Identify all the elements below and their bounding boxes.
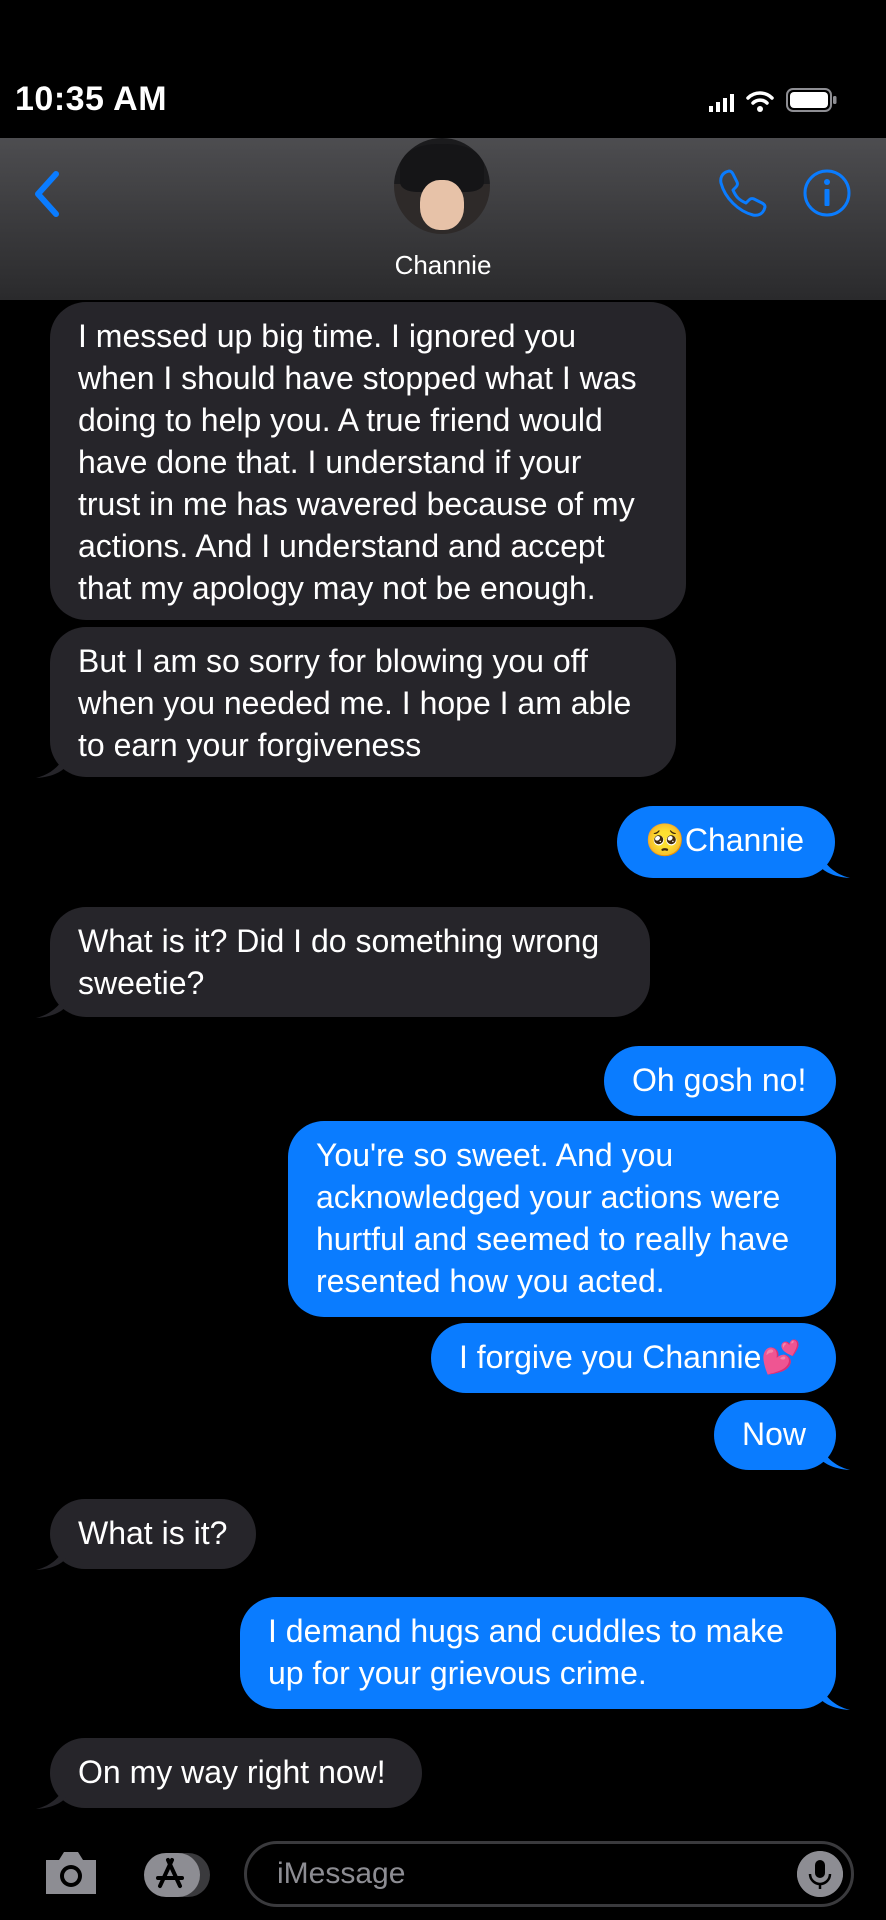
avatar-face: [420, 180, 464, 230]
signal-icon: [709, 92, 734, 112]
battery-icon: [786, 88, 837, 112]
message-bubble-outgoing[interactable]: Now: [714, 1400, 836, 1470]
bubble-tail: [36, 1783, 66, 1809]
message-input[interactable]: iMessage: [244, 1841, 854, 1907]
message-bubble-incoming[interactable]: On my way right now!: [50, 1738, 422, 1808]
camera-icon[interactable]: [42, 1848, 100, 1898]
app-store-icon[interactable]: [142, 1852, 212, 1898]
bubble-tail: [36, 992, 66, 1018]
status-time: 10:35 AM: [15, 80, 168, 118]
message-bubble-outgoing[interactable]: 🥺Channie: [617, 806, 835, 878]
wifi-icon: [746, 91, 774, 112]
bubble-tail: [820, 1684, 850, 1710]
message-bubble-incoming[interactable]: But I am so sorry for blowing you off wh…: [50, 627, 676, 777]
bubble-tail: [36, 1544, 66, 1570]
message-bubble-outgoing[interactable]: You're so sweet. And you acknowledged yo…: [288, 1121, 836, 1317]
message-bubble-outgoing[interactable]: I forgive you Channie💕: [431, 1323, 836, 1393]
info-icon[interactable]: [802, 168, 852, 218]
bubble-tail: [820, 852, 850, 878]
message-bubble-incoming[interactable]: What is it? Did I do something wrong swe…: [50, 907, 650, 1017]
contact-name[interactable]: Channie: [0, 250, 886, 281]
phone-icon[interactable]: [716, 166, 770, 220]
status-icons: [709, 84, 838, 112]
message-bubble-outgoing[interactable]: I demand hugs and cuddles to make up for…: [240, 1597, 836, 1709]
message-input-placeholder: iMessage: [277, 1857, 406, 1890]
back-chevron-icon[interactable]: [22, 164, 72, 224]
avatar[interactable]: [394, 138, 490, 234]
message-bubble-outgoing[interactable]: Oh gosh no!: [604, 1046, 836, 1116]
bubble-tail: [36, 752, 66, 778]
message-bubble-incoming[interactable]: What is it?: [50, 1499, 256, 1569]
status-bar: 10:35 AM: [0, 0, 886, 138]
microphone-icon[interactable]: [797, 1851, 843, 1897]
conversation-header: Channie: [0, 138, 886, 300]
bubble-tail: [820, 1444, 850, 1470]
message-bubble-incoming[interactable]: I messed up big time. I ignored you when…: [50, 302, 686, 620]
